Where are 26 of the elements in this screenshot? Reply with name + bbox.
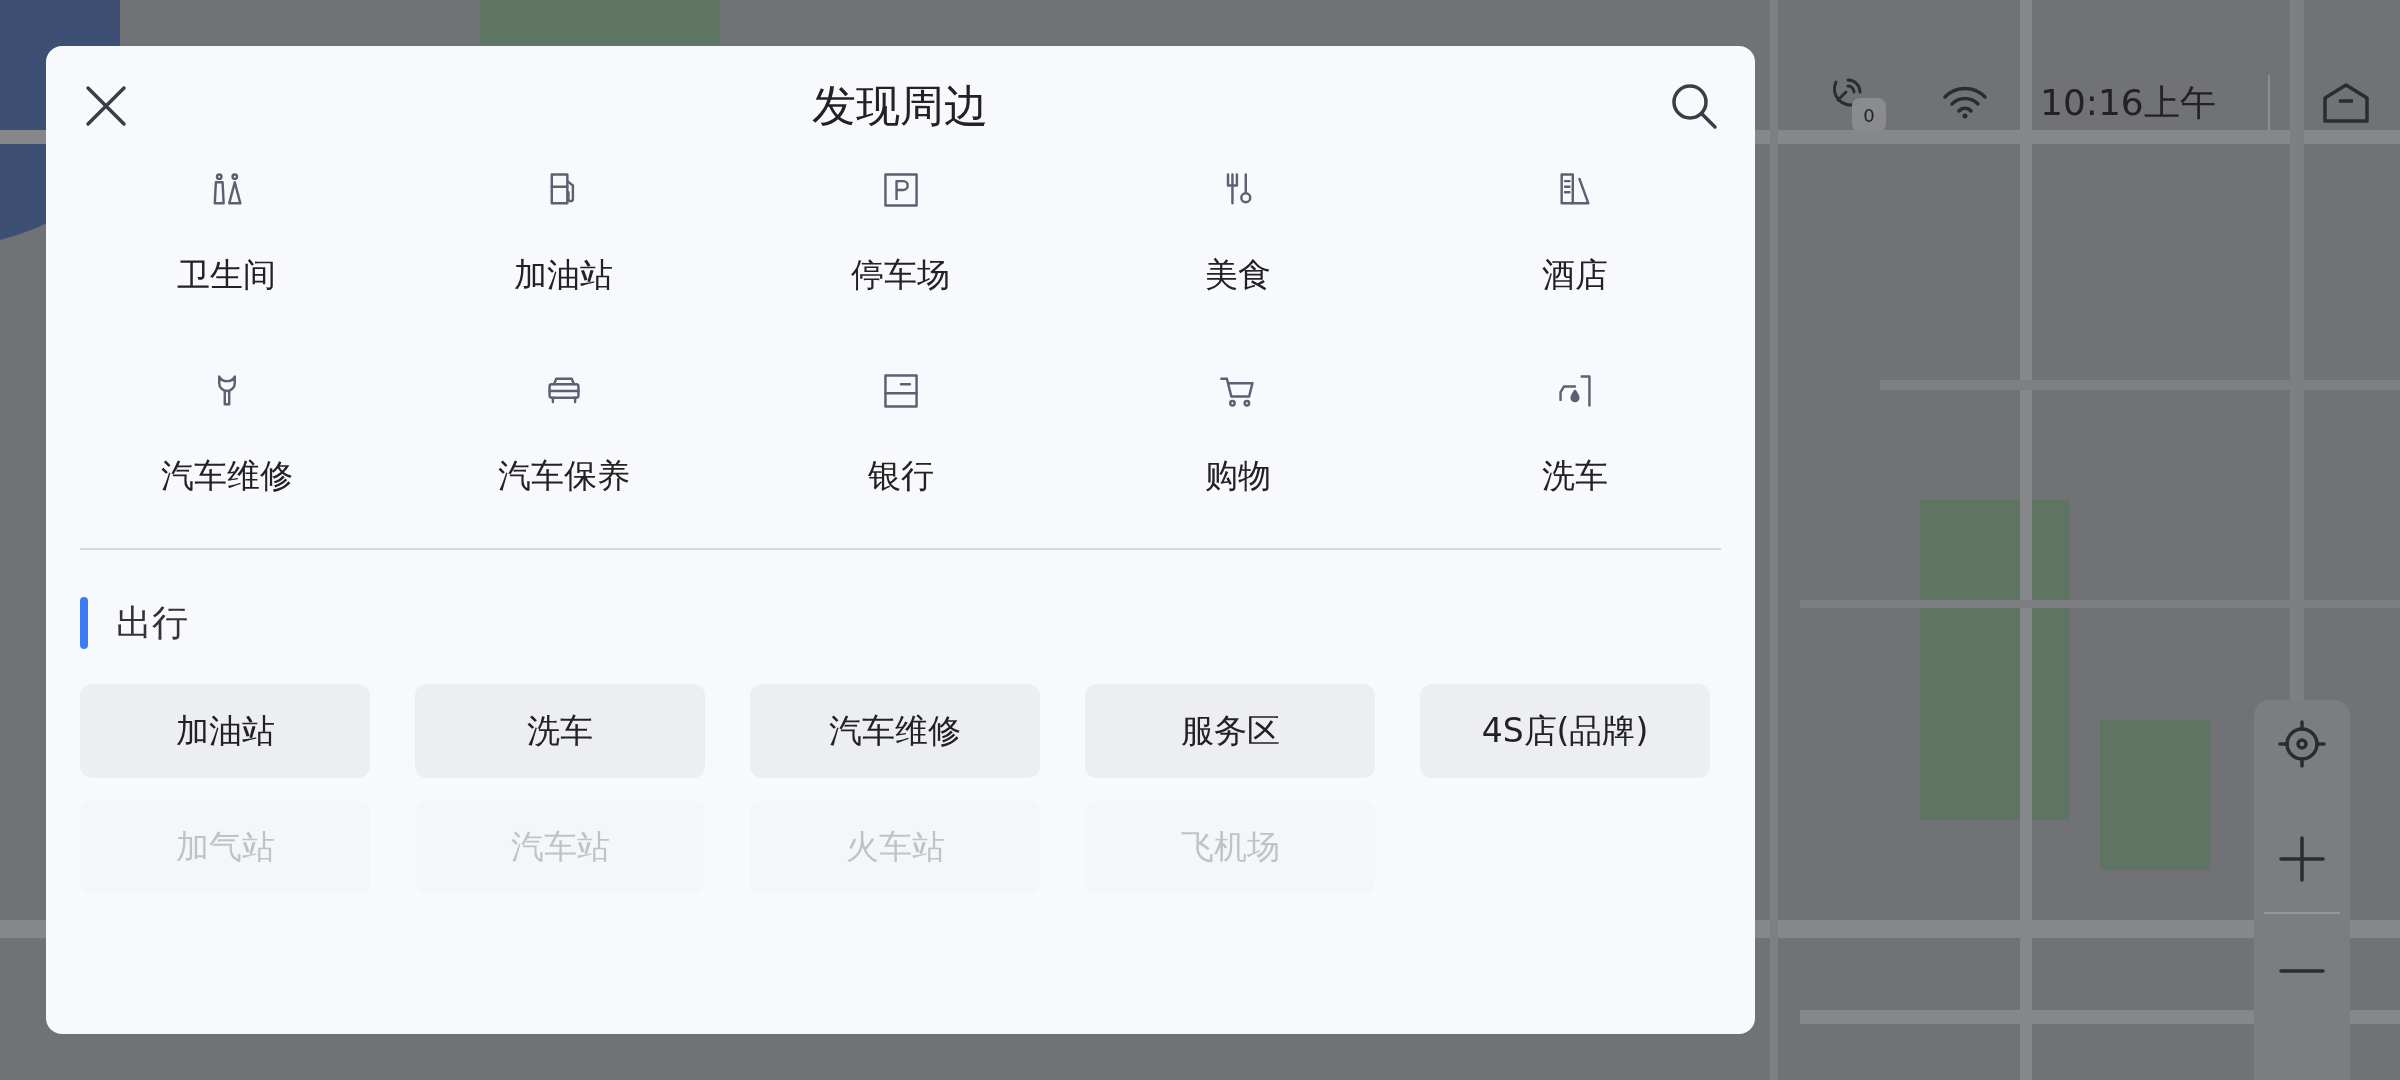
- category-item[interactable]: 购物: [1069, 371, 1406, 492]
- category-chip[interactable]: 4S店(品牌): [1420, 684, 1710, 778]
- category-item[interactable]: 汽车保养: [395, 371, 732, 492]
- category-chip[interactable]: 洗车: [415, 684, 705, 778]
- signal-count-badge: 0: [1852, 98, 1886, 132]
- category-item[interactable]: 洗车: [1406, 371, 1743, 492]
- category-chip[interactable]: 服务区: [1085, 684, 1375, 778]
- zoom-in-icon[interactable]: [2279, 836, 2325, 882]
- category-item[interactable]: 停车场: [732, 170, 1069, 291]
- clock-time: 10:16上午: [2040, 81, 2216, 125]
- search-icon[interactable]: [1669, 81, 1719, 131]
- section-title: 出行: [116, 601, 188, 645]
- category-item[interactable]: 加油站: [395, 170, 732, 291]
- category-item[interactable]: 卫生间: [58, 170, 395, 291]
- panel-title: 发现周边: [811, 79, 988, 133]
- section-accent-bar: [80, 597, 88, 649]
- category-item[interactable]: 美食: [1069, 170, 1406, 291]
- home-icon[interactable]: [2321, 82, 2370, 124]
- category-item[interactable]: 银行: [732, 371, 1069, 492]
- category-item[interactable]: 汽车维修: [58, 371, 395, 492]
- zoom-out-icon[interactable]: [2279, 968, 2325, 974]
- category-item[interactable]: 酒店: [1406, 170, 1743, 291]
- wifi-icon: [1942, 86, 1988, 120]
- category-chip[interactable]: 汽车维修: [750, 684, 1040, 778]
- locate-icon[interactable]: [2278, 720, 2326, 768]
- category-chip[interactable]: 加油站: [80, 684, 370, 778]
